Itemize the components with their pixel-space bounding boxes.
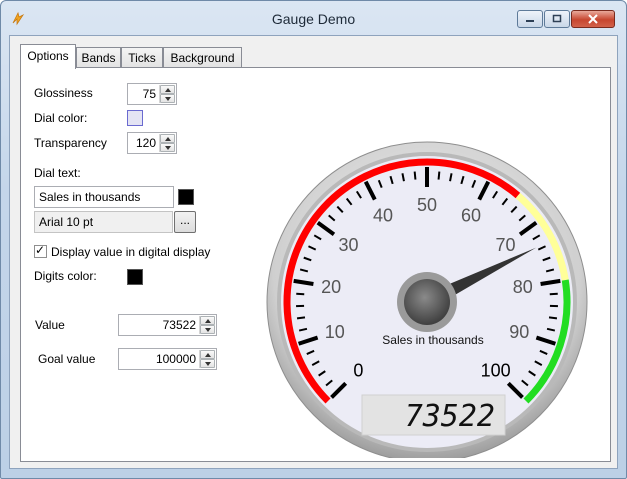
arrow-up-icon — [165, 137, 171, 141]
gauge-dial-text: Sales in thousands — [382, 333, 483, 347]
close-button[interactable] — [571, 10, 615, 28]
scale-label: 0 — [353, 361, 363, 381]
arrow-down-icon — [165, 97, 171, 101]
transparency-value: 120 — [135, 136, 156, 150]
scale-label: 30 — [339, 235, 359, 255]
glossiness-spinner[interactable]: 75 — [127, 83, 177, 105]
transparency-down-button[interactable] — [160, 143, 175, 152]
scale-label: 40 — [373, 206, 393, 226]
font-field: Arial 10 pt — [34, 211, 173, 233]
transparency-spinner[interactable]: 120 — [127, 132, 177, 154]
scale-label: 70 — [495, 235, 515, 255]
digital-display-checkbox[interactable]: ✓ — [34, 243, 47, 258]
scale-label: 20 — [321, 277, 341, 297]
title-bar[interactable]: Gauge Demo — [1, 1, 626, 35]
scale-label: 100 — [481, 361, 511, 381]
value-down-button[interactable] — [200, 325, 215, 334]
digits-color-swatch[interactable] — [127, 269, 143, 285]
dial-text-input[interactable]: Sales in thousands — [34, 186, 174, 208]
dial-color-swatch[interactable] — [127, 110, 143, 126]
arrow-down-icon — [205, 328, 211, 332]
scale-label: 60 — [461, 206, 481, 226]
scale-label: 10 — [325, 322, 345, 342]
arrow-up-icon — [205, 353, 211, 357]
maximize-icon — [552, 14, 562, 23]
arrow-up-icon — [205, 319, 211, 323]
glossiness-down-button[interactable] — [160, 94, 175, 103]
tab-ticks[interactable]: Ticks — [121, 47, 163, 68]
tab-background[interactable]: Background — [163, 47, 242, 68]
goal-value-label: Goal value — [38, 352, 96, 366]
scale-label: 80 — [513, 277, 533, 297]
value-label: Value — [35, 318, 65, 332]
goal-value-spinner[interactable]: 100000 — [118, 348, 217, 370]
scale-label: 90 — [509, 322, 529, 342]
arrow-up-icon — [165, 88, 171, 92]
digital-display-label[interactable]: Display value in digital display — [51, 245, 210, 259]
minor-tick — [548, 316, 558, 320]
checkmark-icon: ✓ — [35, 243, 46, 257]
value-up-button[interactable] — [200, 316, 215, 325]
value-value: 73522 — [162, 318, 196, 332]
close-icon — [588, 14, 598, 24]
needle-hub — [404, 279, 450, 325]
scale-label: 50 — [417, 195, 437, 215]
goal-value-up-button[interactable] — [200, 350, 215, 359]
minor-tick — [437, 171, 441, 180]
minor-tick — [413, 171, 417, 180]
transparency-up-button[interactable] — [160, 134, 175, 143]
minor-tick — [296, 316, 306, 320]
digital-display-value: 73522 — [405, 399, 495, 434]
dial-color-label: Dial color: — [34, 111, 88, 125]
dial-text-color-swatch[interactable] — [178, 189, 194, 205]
tab-options[interactable]: Options — [20, 44, 76, 69]
glossiness-up-button[interactable] — [160, 85, 175, 94]
maximize-button[interactable] — [544, 10, 570, 28]
minor-tick — [296, 292, 305, 296]
arrow-down-icon — [205, 362, 211, 366]
transparency-label: Transparency — [34, 136, 107, 150]
glossiness-value: 75 — [142, 87, 156, 101]
minimize-icon — [526, 20, 534, 22]
dial-text-label: Dial text: — [34, 166, 81, 180]
font-picker-button[interactable]: ... — [174, 211, 196, 233]
tab-bands[interactable]: Bands — [76, 47, 121, 68]
client-area: Options Bands Ticks Background Glossines… — [9, 35, 618, 469]
goal-value-value: 100000 — [155, 352, 196, 366]
minor-tick — [549, 292, 558, 296]
arrow-down-icon — [165, 146, 171, 150]
options-panel: Glossiness 75 Dial color: Transparency 1… — [20, 67, 611, 462]
minimize-button[interactable] — [517, 10, 543, 28]
gauge-widget: 0 10 20 30 40 50 60 70 80 90 100 73522 Sales in th… — [266, 141, 588, 458]
app-window: Gauge Demo Options Bands Ticks Backgroun… — [0, 0, 627, 479]
value-spinner[interactable]: 73522 — [118, 314, 217, 336]
digits-color-label: Digits color: — [34, 269, 97, 283]
glossiness-label: Glossiness — [34, 86, 93, 100]
goal-value-down-button[interactable] — [200, 359, 215, 368]
